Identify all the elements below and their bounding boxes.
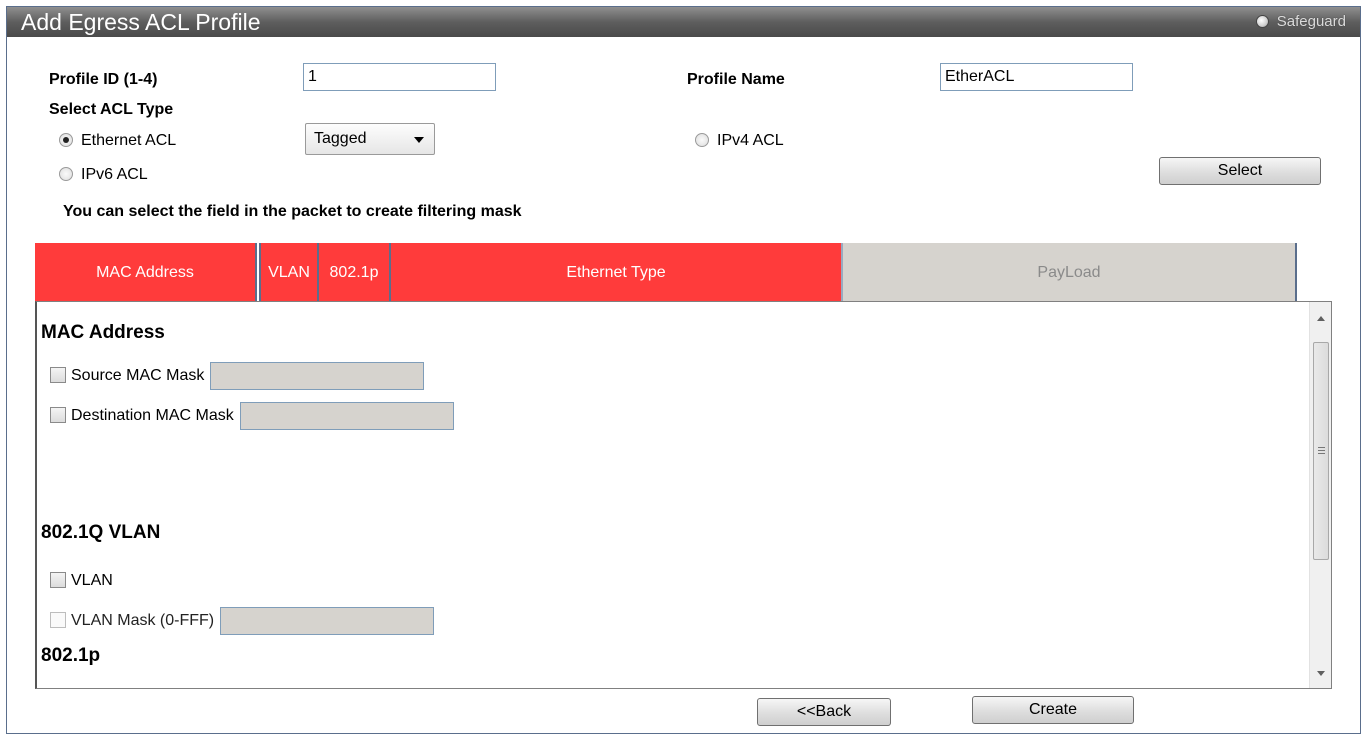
mask-settings-panel: MAC Address Source MAC Mask Destination … xyxy=(35,301,1332,689)
mac-section-title: MAC Address xyxy=(41,322,165,343)
profile-id-input[interactable]: 1 xyxy=(303,63,496,91)
page-title: Add Egress ACL Profile xyxy=(21,9,261,35)
radio-ipv4-acl[interactable]: IPv4 ACL xyxy=(695,131,784,151)
field-8021p[interactable]: 802.1p xyxy=(319,243,391,302)
dot1p-section-title: 802.1p xyxy=(41,645,101,666)
filter-hint-text: You can select the field in the packet t… xyxy=(63,203,522,220)
tag-select[interactable]: Tagged xyxy=(305,123,435,155)
field-vlan[interactable]: VLAN xyxy=(259,243,319,302)
radio-ethernet-acl-label: Ethernet ACL xyxy=(81,132,177,149)
back-button[interactable]: <<Back xyxy=(757,698,891,726)
dest-mac-mask-label: Destination MAC Mask xyxy=(71,407,234,425)
panel-scrollbar[interactable] xyxy=(1309,302,1331,688)
vlan-mask-row: VLAN Mask (0-FFF) xyxy=(50,607,435,635)
scroll-thumb[interactable] xyxy=(1313,342,1329,560)
vlan-checkbox[interactable] xyxy=(50,572,66,588)
source-mac-mask-input[interactable] xyxy=(210,362,425,390)
field-payload[interactable]: PayLoad xyxy=(841,243,1297,302)
profile-id-label: Profile ID (1-4) xyxy=(49,71,158,88)
radio-ipv6-acl-label: IPv6 ACL xyxy=(81,166,148,183)
radio-unchecked-icon[interactable] xyxy=(695,133,709,147)
radio-ethernet-acl[interactable]: Ethernet ACL xyxy=(59,131,176,151)
safeguard-status-icon xyxy=(1255,15,1269,28)
dest-mac-mask-row: Destination MAC Mask xyxy=(50,402,454,430)
vlan-mask-checkbox[interactable] xyxy=(50,612,66,629)
field-mac-address[interactable]: MAC Address xyxy=(35,243,257,302)
title-bar: Add Egress ACL Profile Safeguard xyxy=(7,7,1360,37)
grip-icon xyxy=(1318,447,1325,454)
profile-window: Add Egress ACL Profile Safeguard Profile… xyxy=(6,6,1361,734)
scroll-up-icon[interactable] xyxy=(1317,316,1325,321)
radio-ipv6-acl[interactable]: IPv6 ACL xyxy=(59,165,148,185)
source-mac-mask-label: Source MAC Mask xyxy=(71,367,205,385)
dest-mac-mask-checkbox[interactable] xyxy=(50,407,66,424)
field-ethernet-type[interactable]: Ethernet Type xyxy=(391,243,843,302)
vlan-mask-input[interactable] xyxy=(220,607,435,635)
dest-mac-mask-input[interactable] xyxy=(239,402,454,430)
tag-select-value: Tagged xyxy=(314,130,367,147)
source-mac-mask-checkbox[interactable] xyxy=(50,367,66,384)
scroll-down-icon[interactable] xyxy=(1317,671,1325,676)
source-mac-mask-row: Source MAC Mask xyxy=(50,362,425,390)
vlan-row: VLAN xyxy=(50,571,113,591)
create-button[interactable]: Create xyxy=(972,696,1134,724)
packet-field-bar: MAC Address VLAN 802.1p Ethernet Type Pa… xyxy=(35,243,1297,302)
profile-name-label: Profile Name xyxy=(687,71,785,88)
radio-checked-icon[interactable] xyxy=(59,133,73,147)
vlan-section-title: 802.1Q VLAN xyxy=(41,522,161,543)
chevron-down-icon xyxy=(414,137,424,143)
radio-ipv4-acl-label: IPv4 ACL xyxy=(717,132,784,149)
profile-name-input[interactable]: EtherACL xyxy=(940,63,1133,91)
acl-type-label: Select ACL Type xyxy=(49,101,174,118)
vlan-label: VLAN xyxy=(71,572,113,589)
safeguard-indicator: Safeguard xyxy=(1186,12,1346,32)
vlan-mask-label: VLAN Mask (0-FFF) xyxy=(71,612,215,630)
select-button[interactable]: Select xyxy=(1159,157,1321,185)
radio-unchecked-icon[interactable] xyxy=(59,167,73,181)
safeguard-label: Safeguard xyxy=(1276,13,1346,30)
